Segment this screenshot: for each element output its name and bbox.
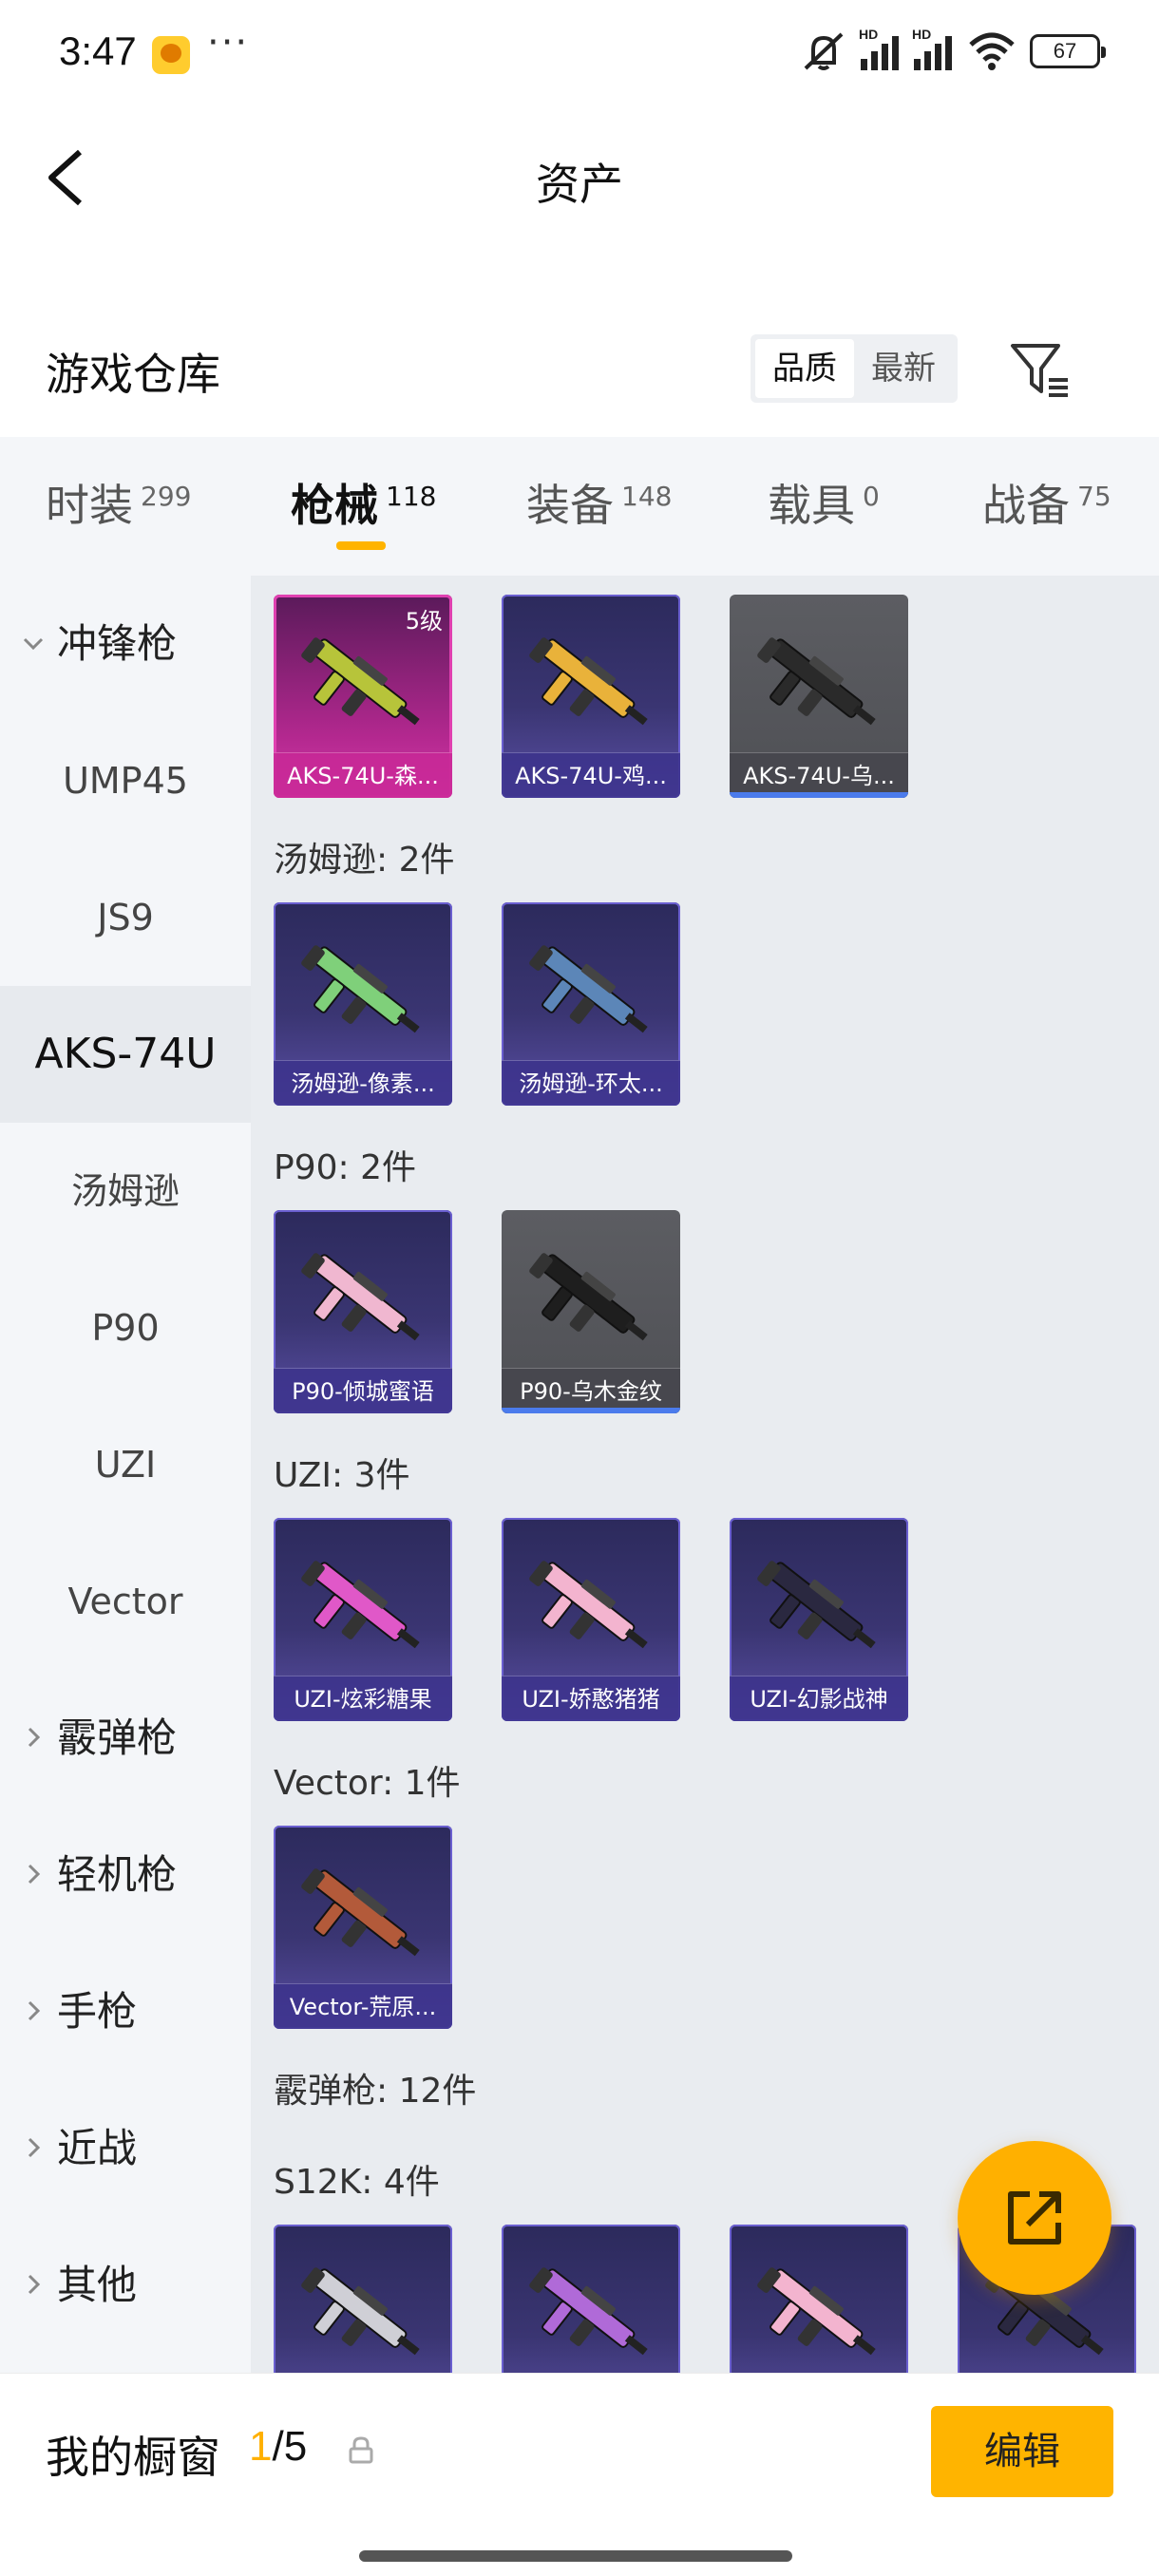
sidebar-group-other[interactable]: 其他 (0, 2217, 251, 2354)
sidebar-group-lmg[interactable]: 轻机枪 (0, 1807, 251, 1943)
weapon-skin-card[interactable]: S12K-霓彩脉冲 (502, 2225, 680, 2373)
weapon-group-heading: S12K: 4件 (274, 2163, 440, 2202)
chevron-down-icon (23, 637, 44, 651)
sidebar-item-js9[interactable]: JS9 (0, 849, 251, 986)
warehouse-title: 游戏仓库 (46, 349, 220, 400)
weapon-skin-card[interactable]: Vector-荒原... (274, 1826, 452, 2029)
weapon-category-sidebar: 冲锋枪 UMP45 JS9 AKS-74U 汤姆逊 P90 UZI Vector… (0, 576, 251, 2373)
sort-toggle: 品质 最新 (750, 334, 958, 403)
weapon-skin-card[interactable]: UZI-幻影战神 (730, 1518, 908, 1721)
weapon-group-heading: P90: 2件 (274, 1148, 416, 1187)
share-fab-button[interactable] (958, 2141, 1112, 2295)
weapon-skin-name: UZI-幻影战神 (730, 1676, 908, 1721)
weapon-skin-card[interactable]: S12K-极意拳锋 (274, 2225, 452, 2373)
header: 资产 (0, 123, 1159, 237)
weapon-skin-icon (757, 2267, 876, 2356)
weapon-skin-card[interactable]: AKS-74U-乌... (730, 595, 908, 798)
weapon-skin-name: AKS-74U-鸡... (502, 752, 680, 798)
weapon-skin-icon (757, 637, 876, 726)
battery-icon: 67 (1030, 34, 1106, 68)
signal-icon-2: HD (912, 27, 954, 70)
weapon-skin-icon (301, 2267, 420, 2356)
home-indicator (359, 2550, 792, 2562)
sidebar-group-shotgun[interactable]: 霰弹枪 (0, 1670, 251, 1807)
weapon-skin-card[interactable]: P90-倾城蜜语 (274, 1210, 452, 1413)
chevron-right-icon (28, 2000, 41, 2021)
sidebar-item-uzi[interactable]: UZI (0, 1396, 251, 1533)
weapon-skin-icon (529, 2267, 648, 2356)
sidebar-item-thompson[interactable]: 汤姆逊 (0, 1123, 251, 1260)
showcase-title: 我的橱窗 (46, 2432, 220, 2483)
showcase-count: 1/5 (249, 2423, 308, 2470)
weapon-skin-icon (301, 1253, 420, 1341)
weapon-skin-card[interactable]: 汤姆逊-环太... (502, 902, 680, 1106)
chevron-right-icon (28, 1727, 41, 1748)
weapon-skin-card[interactable]: S12K-娇憨猪猪 (730, 2225, 908, 2373)
tab-firearms[interactable]: 枪械 118 (291, 471, 436, 534)
weapon-group-heading: 汤姆逊: 2件 (274, 841, 455, 880)
chevron-right-icon (28, 2137, 41, 2158)
weapon-skin-name: UZI-娇憨猪猪 (502, 1676, 680, 1721)
status-time: 3:47 (59, 28, 137, 73)
sort-quality-option[interactable]: 品质 (755, 339, 854, 398)
weapon-skin-name: UZI-炫彩糖果 (274, 1676, 452, 1721)
page-title: 资产 (536, 159, 623, 210)
weapon-skin-name: P90-倾城蜜语 (274, 1368, 452, 1413)
sort-latest-option[interactable]: 最新 (854, 339, 953, 398)
weapon-skin-icon (529, 1253, 648, 1341)
more-notifications-icon: ··· (207, 21, 250, 65)
weapon-skin-card[interactable]: P90-乌木金纹 (502, 1210, 680, 1413)
tab-vehicles[interactable]: 载具 0 (768, 471, 880, 534)
weapon-group-heading: Vector: 1件 (274, 1764, 461, 1803)
sidebar-item-ump45[interactable]: UMP45 (0, 712, 251, 849)
sidebar-item-vector[interactable]: Vector (0, 1533, 251, 1670)
filter-icon[interactable] (1007, 336, 1074, 403)
category-tabs: 时装 299 枪械 118 装备 148 载具 0 战备 75 (0, 437, 1159, 576)
sidebar-group-pistol[interactable]: 手枪 (0, 1943, 251, 2080)
weapon-skin-name: 汤姆逊-环太... (502, 1060, 680, 1106)
weapon-skin-icon (301, 637, 420, 726)
tab-supplies[interactable]: 战备 75 (982, 471, 1112, 534)
weapon-skin-icon (301, 945, 420, 1033)
weapon-skin-icon (529, 945, 648, 1033)
showcase-bar: 我的橱窗 1/5 编辑 (0, 2373, 1159, 2576)
sidebar-group-melee[interactable]: 近战 (0, 2080, 251, 2217)
status-bar: 3:47 ··· HD HD 67 (0, 0, 1159, 114)
edit-button[interactable]: 编辑 (931, 2406, 1113, 2497)
chevron-right-icon (28, 1864, 41, 1885)
mute-icon (804, 32, 844, 70)
weapon-skin-name: Vector-荒原... (274, 1983, 452, 2029)
sidebar-item-aks74u[interactable]: AKS-74U (0, 986, 251, 1123)
chevron-right-icon (28, 2274, 41, 2295)
external-link-icon (1008, 2191, 1061, 2245)
weapon-group-heading: 霰弹枪: 12件 (274, 2072, 477, 2111)
lock-icon (349, 2436, 373, 2464)
weapon-skin-icon (529, 637, 648, 726)
weapon-skin-icon (757, 1561, 876, 1649)
weapon-skin-card[interactable]: AKS-74U-鸡... (502, 595, 680, 798)
warehouse-header: 游戏仓库 品质 最新 (0, 313, 1159, 427)
weapon-skin-name: P90-乌木金纹 (502, 1368, 680, 1413)
wifi-icon (969, 32, 1015, 70)
weapon-skin-card[interactable]: UZI-娇憨猪猪 (502, 1518, 680, 1721)
weapon-skin-card[interactable]: 5级 AKS-74U-森... (274, 595, 452, 798)
active-tab-indicator (336, 541, 386, 550)
weapon-skin-name: AKS-74U-森... (274, 752, 452, 798)
sidebar-group-smg[interactable]: 冲锋枪 (0, 576, 251, 712)
tab-fashion[interactable]: 时装 299 (46, 471, 191, 534)
weapon-group-heading: UZI: 3件 (274, 1456, 410, 1495)
weapon-skin-icon (301, 1868, 420, 1957)
weapon-skin-icon (529, 1561, 648, 1649)
weapon-skin-card[interactable]: UZI-炫彩糖果 (274, 1518, 452, 1721)
grade-badge: 5级 (405, 608, 443, 635)
weapon-skin-icon (301, 1561, 420, 1649)
weapon-skin-card[interactable]: 汤姆逊-像素... (274, 902, 452, 1106)
weapon-grid: 5级 AKS-74U-森... AKS-74U-鸡... AKS-74U-乌... 汤姆… (251, 576, 1159, 2373)
signal-icon-1: HD (859, 27, 901, 70)
weapon-skin-name: 汤姆逊-像素... (274, 1060, 452, 1106)
tab-equipment[interactable]: 装备 148 (526, 471, 672, 534)
app-notification-icon (152, 36, 190, 74)
weapon-skin-name: AKS-74U-乌... (730, 752, 908, 798)
sidebar-item-p90[interactable]: P90 (0, 1260, 251, 1396)
